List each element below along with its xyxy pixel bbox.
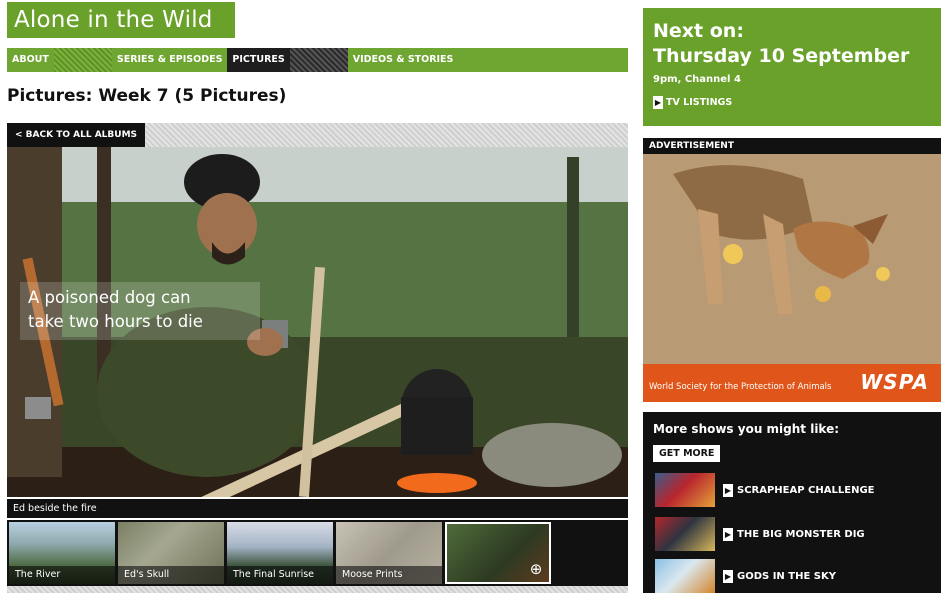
show-title: SCRAPHEAP CHALLENGE bbox=[737, 484, 875, 496]
show-item-scrapheap-challenge[interactable]: ▶ SCRAPHEAP CHALLENGE bbox=[655, 472, 935, 508]
magnify-plus-icon[interactable]: ⊕ bbox=[527, 560, 545, 578]
show-title: THE BIG MONSTER DIG bbox=[737, 528, 865, 540]
thumbnail-eds-skull[interactable]: Ed's Skull bbox=[118, 522, 224, 584]
ad-org-name: World Society for the Protection of Anim… bbox=[649, 382, 832, 392]
more-shows-title: More shows you might like: bbox=[653, 422, 840, 436]
next-on-date: Thursday 10 September bbox=[653, 45, 910, 67]
more-shows-panel: More shows you might like: GET MORE ▶ SC… bbox=[643, 412, 941, 593]
show-thumbnail bbox=[655, 517, 715, 551]
ad-text-line-2: take two hours to die bbox=[28, 312, 203, 331]
show-thumbnail bbox=[655, 473, 715, 507]
thumbnail-label: The River bbox=[9, 566, 115, 584]
show-title: GODS IN THE SKY bbox=[737, 570, 836, 582]
thumbnail-label: Moose Prints bbox=[336, 566, 442, 584]
wspa-logo: WSPA bbox=[860, 370, 929, 394]
site-logo[interactable]: Alone in the Wild bbox=[7, 2, 235, 38]
page-title: Pictures: Week 7 (5 Pictures) bbox=[7, 86, 287, 106]
tv-listings-link[interactable]: ▶ TV LISTINGS bbox=[653, 96, 931, 109]
show-link: ▶ SCRAPHEAP CHALLENGE bbox=[723, 483, 875, 497]
thumbnail-the-final-sunrise[interactable]: The Final Sunrise bbox=[227, 522, 333, 584]
nav-item-about[interactable]: ABOUT bbox=[7, 48, 54, 72]
show-item-gods-in-the-sky[interactable]: ▶ GODS IN THE SKY bbox=[655, 558, 935, 593]
main-nav: ABOUT SERIES & EPISODES PICTURES VIDEOS … bbox=[7, 48, 628, 72]
advertisement-message: A poisoned dog can take two hours to die bbox=[20, 282, 260, 340]
chevron-right-icon: ▶ bbox=[723, 527, 733, 541]
thumbnail-label: The Final Sunrise bbox=[227, 566, 333, 584]
chevron-right-icon: ▶ bbox=[723, 483, 733, 497]
chevron-right-icon: ▶ bbox=[653, 96, 663, 109]
show-link: ▶ GODS IN THE SKY bbox=[723, 569, 836, 583]
advertisement-header: ADVERTISEMENT bbox=[643, 138, 941, 154]
ad-text-line-1: A poisoned dog can bbox=[28, 288, 191, 307]
nav-item-series-episodes[interactable]: SERIES & EPISODES bbox=[112, 48, 228, 72]
next-on-time-channel: 9pm, Channel 4 bbox=[653, 74, 741, 85]
album-toolbar: < BACK TO ALL ALBUMS bbox=[7, 123, 628, 147]
nav-item-pictures[interactable]: PICTURES bbox=[227, 48, 290, 72]
nav-item-videos-stories[interactable]: VIDEOS & STORIES bbox=[348, 48, 459, 72]
show-thumbnail bbox=[655, 559, 715, 593]
back-to-albums-button[interactable]: < BACK TO ALL ALBUMS bbox=[7, 123, 146, 147]
photo-caption: Ed beside the fire bbox=[7, 499, 628, 518]
thumbnail-label: Ed's Skull bbox=[118, 566, 224, 584]
next-on-label: Next on: bbox=[653, 20, 744, 42]
gallery-footer-bar bbox=[7, 586, 628, 593]
nav-divider bbox=[53, 48, 112, 72]
thumbnail-ed-beside-fire-selected[interactable]: ⊕ bbox=[445, 522, 551, 584]
show-item-big-monster-dig[interactable]: ▶ THE BIG MONSTER DIG bbox=[655, 516, 935, 552]
thumbnail-strip: The River Ed's Skull The Final Sunrise M… bbox=[7, 520, 628, 586]
thumbnail-moose-prints[interactable]: Moose Prints bbox=[336, 522, 442, 584]
thumbnail-the-river[interactable]: The River bbox=[9, 522, 115, 584]
nav-divider bbox=[289, 48, 348, 72]
tv-listings-label: TV LISTINGS bbox=[666, 97, 733, 108]
next-on-panel: Next on: Thursday 10 September 9pm, Chan… bbox=[643, 8, 941, 126]
show-link: ▶ THE BIG MONSTER DIG bbox=[723, 527, 865, 541]
page: Alone in the Wild ABOUT SERIES & EPISODE… bbox=[0, 0, 948, 593]
get-more-tab[interactable]: GET MORE bbox=[653, 445, 721, 462]
advertisement-footer[interactable]: World Society for the Protection of Anim… bbox=[643, 364, 941, 402]
chevron-right-icon: ▶ bbox=[723, 569, 733, 583]
